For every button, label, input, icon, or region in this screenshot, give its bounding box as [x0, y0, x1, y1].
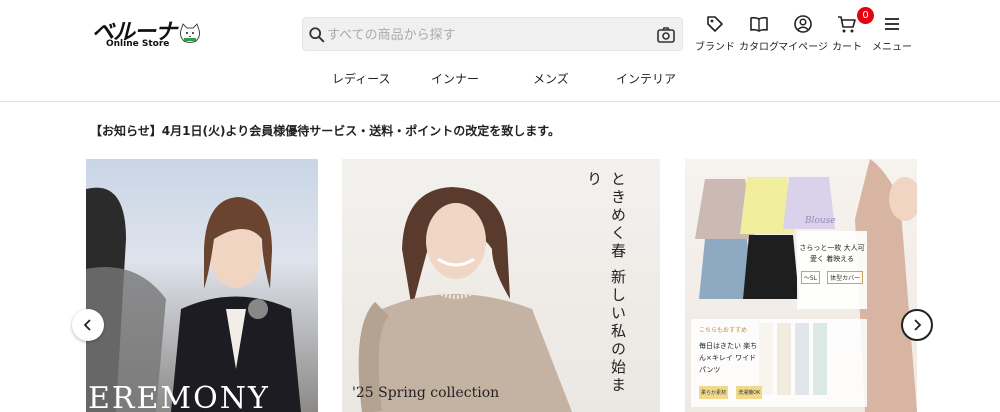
carousel-next-button[interactable]	[901, 309, 933, 341]
search-input[interactable]	[327, 24, 647, 46]
promo-chip-washable: 洗濯機OK	[736, 386, 763, 399]
nav-menu[interactable]: メニュー	[870, 14, 914, 54]
nav-mypage-label: マイページ	[778, 42, 828, 53]
promo-chip-cover: 体型カバー	[827, 271, 864, 284]
banner-ceremony-text: EREMONY	[88, 381, 270, 412]
promo-script-text: Blouse	[805, 216, 836, 226]
cat-mascot-icon	[179, 23, 201, 43]
nav-mypage[interactable]: マイページ	[778, 14, 828, 54]
promo-blouse-box: さらっと一枚 大人可愛く 着映える 〜5L 体型カバー	[797, 231, 867, 309]
chevron-right-icon	[914, 319, 922, 331]
logo-subtitle: Online Store	[106, 39, 170, 49]
category-ladies[interactable]: レディース	[332, 70, 391, 87]
banner-ceremony-image	[86, 187, 301, 412]
banner-spring-caption: '25 Spring collection	[352, 385, 500, 401]
banner-spring-copy: ときめく春 新しい私の始まり	[585, 171, 627, 395]
news-notice-link[interactable]: 【お知らせ】4月1日(火)より会員様優待サービス・送料・ポイントの改定を致します…	[90, 122, 560, 139]
menu-icon	[885, 18, 899, 30]
user-icon	[794, 15, 812, 33]
nav-cart-label: カート	[832, 42, 862, 53]
search-icon[interactable]	[308, 26, 326, 44]
promo-chip-size: 〜5L	[800, 271, 821, 284]
category-mens[interactable]: メンズ	[533, 70, 569, 87]
nav-cart[interactable]: カート 0	[831, 7, 874, 54]
promo-blouse-title: さらっと一枚 大人可愛く 着映える	[799, 244, 865, 263]
tag-icon	[707, 16, 723, 32]
nav-catalog-label: カタログ	[739, 42, 779, 53]
store-logo[interactable]: ベルーナ Online Store	[92, 14, 202, 52]
header-divider	[0, 101, 1000, 102]
camera-icon[interactable]	[656, 25, 676, 45]
nav-catalog[interactable]: カタログ	[738, 14, 780, 54]
promo-pants-title: 毎日はきたい 楽ちん×キレイ ワイドパンツ	[699, 342, 758, 374]
category-nav: レディース インナー メンズ インテリア	[0, 70, 1000, 90]
promo-chip-soft: 柔らか素材	[699, 386, 729, 399]
banner-spring-collection[interactable]: ときめく春 新しい私の始まり '25 Spring collection	[342, 159, 660, 412]
category-inner[interactable]: インナー	[431, 70, 479, 87]
nav-brand-label: ブランド	[695, 42, 735, 53]
book-icon	[750, 16, 768, 32]
promo-recommend-label: こちらもおすすめ	[699, 327, 748, 334]
carousel-prev-button[interactable]	[72, 309, 104, 341]
cart-icon	[838, 16, 856, 33]
chevron-left-icon	[83, 319, 91, 331]
promo-pants-box: こちらもおすすめ 毎日はきたい 楽ちん×キレイ ワイドパンツ 柔らか素材 洗濯機…	[691, 319, 867, 407]
banner-ceremony[interactable]: EREMONY	[86, 159, 318, 412]
nav-brand[interactable]: ブランド	[693, 14, 737, 54]
category-interior[interactable]: インテリア	[616, 70, 676, 87]
nav-menu-label: メニュー	[872, 42, 912, 53]
banner-blouse-promo[interactable]: Blouse さらっと一枚 大人可愛く 着映える 〜5L 体型カバー こちらもお…	[685, 159, 917, 412]
search-bar[interactable]	[302, 17, 683, 51]
